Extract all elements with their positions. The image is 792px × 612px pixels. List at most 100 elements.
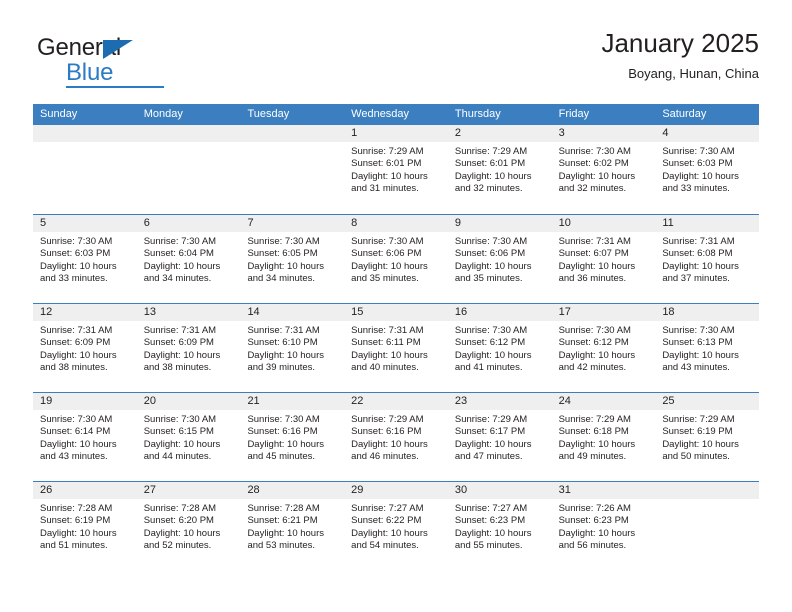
day-number: 6 — [143, 217, 150, 229]
day-number: 17 — [558, 306, 571, 318]
day-number: 21 — [247, 395, 260, 407]
day-number-band: 2 — [447, 125, 552, 142]
calendar-day-cell[interactable]: 1 Sunrise: 7:29 AM Sunset: 6:01 PM Daylight… — [344, 125, 448, 214]
day-detail-line: Sunrise: 7:31 AM — [40, 325, 113, 336]
day-number-band: 13 — [136, 304, 241, 321]
day-detail-line: Sunset: 6:21 PM — [247, 515, 318, 527]
calendar-day-cell[interactable]: 6 Sunrise: 7:30 AM Sunset: 6:04 PM Daylight… — [136, 215, 241, 303]
day-number-band: 19 — [33, 393, 137, 410]
day-number-band: 24 — [551, 393, 656, 410]
calendar-day-cell[interactable]: 18 Sunrise: 7:30 AM Sunset: 6:13 PM Dayligh… — [655, 304, 760, 392]
calendar-day-cell[interactable]: 24 Sunrise: 7:29 AM Sunset: 6:18 PM Dayligh… — [551, 393, 656, 481]
calendar-day-cell[interactable]: 31 Sunrise: 7:26 AM Sunset: 6:23 PM Dayligh… — [551, 482, 656, 570]
calendar-day-cell[interactable]: 14 Sunrise: 7:31 AM Sunset: 6:10 PM Dayligh… — [240, 304, 345, 392]
day-number: 16 — [454, 306, 468, 318]
calendar-day-cell[interactable]: 20 Sunrise: 7:30 AM Sunset: 6:15 PM Dayligh… — [136, 393, 241, 481]
day-detail-line: Sunset: 6:19 PM — [40, 515, 111, 527]
day-detail-line: Daylight: 10 hours — [143, 527, 221, 539]
day-detail-line: Sunset: 6:22 PM — [351, 515, 422, 527]
day-detail-line: Daylight: 10 hours — [143, 349, 221, 361]
day-number-band: 18 — [655, 304, 760, 321]
calendar-day-cell[interactable]: 28 Sunrise: 7:28 AM Sunset: 6:21 PM Dayligh… — [240, 482, 345, 570]
calendar-day-cell[interactable]: 29 Sunrise: 7:27 AM Sunset: 6:22 PM Dayligh… — [344, 482, 448, 570]
day-details: Sunrise: 7:30 AM Sunset: 6:03 PM Daylight:… — [33, 232, 137, 285]
weekday-header-monday: Monday — [143, 108, 183, 120]
calendar-page: General Blue January 2025 Boyang, Hunan,… — [0, 0, 792, 612]
day-detail-line: Daylight: 10 hours — [247, 349, 325, 361]
day-detail-line: Daylight: 10 hours — [351, 438, 428, 450]
day-detail-line: Sunset: 6:23 PM — [454, 515, 526, 527]
day-details — [137, 142, 241, 146]
calendar-day-cell[interactable]: 19 Sunrise: 7:30 AM Sunset: 6:14 PM Dayligh… — [33, 393, 137, 481]
calendar-day-cell[interactable]: 17 Sunrise: 7:30 AM Sunset: 6:12 PM Dayligh… — [551, 304, 656, 392]
calendar-day-cell[interactable]: 3 Sunrise: 7:30 AM Sunset: 6:02 PM Daylight… — [551, 125, 656, 214]
day-detail-line: Daylight: 10 hours — [351, 170, 428, 182]
day-number: 1 — [351, 127, 358, 139]
day-detail-line: and 36 minutes. — [558, 272, 627, 284]
day-detail-line: Sunrise: 7:30 AM — [454, 325, 528, 336]
day-detail-line: Sunrise: 7:30 AM — [143, 236, 217, 247]
calendar-day-cell-empty — [240, 125, 345, 214]
calendar-day-cell[interactable]: 11 Sunrise: 7:31 AM Sunset: 6:08 PM Dayligh… — [655, 215, 760, 303]
day-details: Sunrise: 7:30 AM Sunset: 6:12 PM Daylight:… — [552, 321, 656, 374]
day-number: 9 — [454, 217, 461, 229]
day-detail-line: Daylight: 10 hours — [40, 349, 117, 361]
generalblue-logo: General Blue — [37, 34, 167, 90]
weekday-header-tuesday: Tuesday — [247, 108, 290, 120]
calendar-day-cell[interactable]: 15 Sunrise: 7:31 AM Sunset: 6:11 PM Dayligh… — [344, 304, 448, 392]
calendar-day-cell[interactable]: 30 Sunrise: 7:27 AM Sunset: 6:23 PM Dayligh… — [447, 482, 552, 570]
calendar-day-cell[interactable]: 26 Sunrise: 7:28 AM Sunset: 6:19 PM Dayligh… — [33, 482, 137, 570]
day-number-band: 4 — [655, 125, 760, 142]
day-number: 8 — [351, 217, 358, 229]
calendar-day-cell[interactable]: 7 Sunrise: 7:30 AM Sunset: 6:05 PM Daylight… — [240, 215, 345, 303]
calendar-day-cell[interactable]: 22 Sunrise: 7:29 AM Sunset: 6:16 PM Dayligh… — [344, 393, 448, 481]
day-detail-line: Sunrise: 7:30 AM — [558, 146, 631, 157]
calendar-day-cell[interactable]: 12 Sunrise: 7:31 AM Sunset: 6:09 PM Dayligh… — [33, 304, 137, 392]
day-detail-line: and 50 minutes. — [662, 450, 730, 462]
day-number: 18 — [662, 306, 675, 318]
calendar-day-cell[interactable]: 8 Sunrise: 7:30 AM Sunset: 6:06 PM Daylight… — [344, 215, 448, 303]
day-number-band: 17 — [551, 304, 656, 321]
calendar-day-cell[interactable]: 2 Sunrise: 7:29 AM Sunset: 6:01 PM Daylight… — [447, 125, 552, 214]
calendar-day-cell[interactable]: 10 Sunrise: 7:31 AM Sunset: 6:07 PM Dayligh… — [551, 215, 656, 303]
day-detail-line: and 55 minutes. — [454, 539, 523, 551]
day-detail-line: Sunrise: 7:28 AM — [247, 503, 320, 514]
day-detail-line: Sunset: 6:14 PM — [40, 426, 111, 438]
calendar-day-cell[interactable]: 13 Sunrise: 7:31 AM Sunset: 6:09 PM Dayligh… — [136, 304, 241, 392]
day-details: Sunrise: 7:30 AM Sunset: 6:13 PM Daylight:… — [655, 321, 759, 374]
day-detail-line: and 42 minutes. — [558, 361, 627, 373]
calendar-grid: Sunday Monday Tuesday Wednesday Thursday Frid… — [33, 104, 760, 570]
day-detail-line: Sunset: 6:04 PM — [143, 248, 214, 260]
calendar-day-cell[interactable]: 4 Sunrise: 7:30 AM Sunset: 6:03 PM Daylight… — [655, 125, 760, 214]
calendar-day-cell[interactable]: 23 Sunrise: 7:29 AM Sunset: 6:17 PM Dayligh… — [447, 393, 552, 481]
day-number-band: 10 — [551, 215, 656, 232]
calendar-day-cell[interactable]: 27 Sunrise: 7:28 AM Sunset: 6:20 PM Dayligh… — [136, 482, 241, 570]
calendar-day-cell[interactable]: 5 Sunrise: 7:30 AM Sunset: 6:03 PM Daylight… — [33, 215, 137, 303]
day-detail-line: Daylight: 10 hours — [143, 438, 221, 450]
day-number-band — [136, 125, 241, 142]
day-details: Sunrise: 7:30 AM Sunset: 6:03 PM Daylight:… — [655, 142, 759, 195]
day-detail-line: and 41 minutes. — [454, 361, 523, 373]
day-details: Sunrise: 7:29 AM Sunset: 6:17 PM Daylight:… — [448, 410, 552, 463]
day-detail-line: Sunset: 6:20 PM — [143, 515, 214, 527]
day-detail-line: Sunrise: 7:31 AM — [558, 236, 631, 247]
day-detail-line: and 34 minutes. — [247, 272, 316, 284]
calendar-week-row: 1 Sunrise: 7:29 AM Sunset: 6:01 PM Daylight… — [33, 125, 760, 214]
day-number: 20 — [143, 395, 156, 407]
calendar-day-cell[interactable]: 16 Sunrise: 7:30 AM Sunset: 6:12 PM Dayligh… — [447, 304, 552, 392]
day-detail-line: Sunset: 6:02 PM — [558, 158, 629, 170]
calendar-day-cell[interactable]: 21 Sunrise: 7:30 AM Sunset: 6:16 PM Dayligh… — [240, 393, 345, 481]
calendar-day-cell[interactable]: 9 Sunrise: 7:30 AM Sunset: 6:06 PM Daylight… — [447, 215, 552, 303]
calendar-day-cell[interactable]: 25 Sunrise: 7:29 AM Sunset: 6:19 PM Dayligh… — [655, 393, 760, 481]
calendar-day-cell-empty — [33, 125, 137, 214]
day-detail-line: Sunset: 6:06 PM — [454, 248, 526, 260]
day-number: 25 — [662, 395, 675, 407]
logo-triangle-icon — [103, 40, 133, 59]
day-detail-line: Sunset: 6:19 PM — [662, 426, 733, 438]
day-detail-line: Sunrise: 7:30 AM — [143, 414, 217, 425]
day-detail-line: Sunset: 6:06 PM — [351, 248, 422, 260]
day-number: 2 — [454, 127, 461, 139]
day-details: Sunrise: 7:31 AM Sunset: 6:09 PM Daylight:… — [137, 321, 241, 374]
day-detail-line: Sunset: 6:03 PM — [662, 158, 733, 170]
day-detail-line: Sunset: 6:09 PM — [40, 337, 111, 349]
